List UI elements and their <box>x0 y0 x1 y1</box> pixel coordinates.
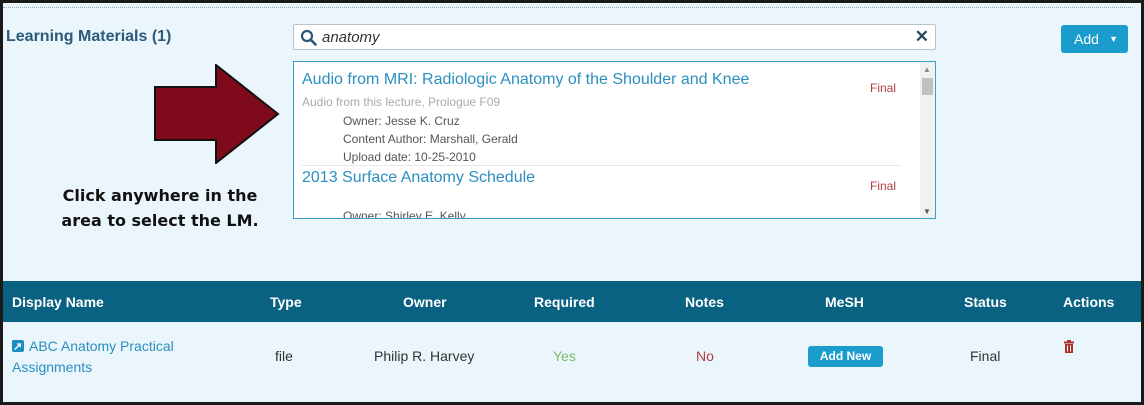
result-author: Content Author: Marshall, Gerald <box>343 132 518 146</box>
caret-down-icon: ▼ <box>1109 34 1118 44</box>
result-upload-date: Upload date: 10-25-2010 <box>343 150 476 164</box>
scrollbar-thumb[interactable] <box>922 78 933 95</box>
lm-required[interactable]: Yes <box>553 348 576 364</box>
column-header-mesh[interactable]: MeSH <box>825 294 864 310</box>
search-result-item[interactable]: 2013 Surface Anatomy Schedule Owner: Shi… <box>302 169 902 219</box>
lm-name-line: ABC Anatomy Practical <box>29 338 174 354</box>
scroll-down-icon[interactable]: ▼ <box>923 207 931 216</box>
search-result-item[interactable]: Audio from MRI: Radiologic Anatomy of th… <box>302 71 902 163</box>
add-button[interactable]: Add ▼ <box>1061 25 1128 53</box>
result-title: Audio from MRI: Radiologic Anatomy of th… <box>302 71 750 88</box>
lm-type: file <box>275 348 293 364</box>
dropdown-scrollbar[interactable]: ▲ ▼ <box>920 62 935 218</box>
lm-display-name-link[interactable]: ABC Anatomy Practical Assignments <box>12 336 174 378</box>
scroll-up-icon[interactable]: ▲ <box>923 65 931 74</box>
search-icon <box>300 29 317 46</box>
section-title: Learning Materials (1) <box>6 28 172 45</box>
result-separator <box>302 165 902 166</box>
external-link-icon <box>12 337 24 358</box>
column-header-actions: Actions <box>1063 294 1115 310</box>
search-input[interactable] <box>322 27 902 47</box>
column-header-type[interactable]: Type <box>270 294 302 310</box>
result-title: 2013 Surface Anatomy Schedule <box>302 169 536 186</box>
lm-notes[interactable]: No <box>696 348 714 364</box>
column-header-display-name[interactable]: Display Name <box>12 294 104 310</box>
result-subtitle: Audio from this lecture, Prologue F09 <box>302 95 501 109</box>
result-status: Final <box>870 179 897 193</box>
clear-icon[interactable]: ✕ <box>915 27 929 47</box>
divider <box>3 7 1133 8</box>
mesh-add-new-button[interactable]: Add New <box>808 346 883 367</box>
result-owner: Owner: Jesse K. Cruz <box>343 114 460 128</box>
column-header-status[interactable]: Status <box>964 294 1007 310</box>
trash-icon[interactable] <box>1063 340 1075 353</box>
search-box[interactable]: ✕ <box>293 24 936 50</box>
search-results-dropdown: Audio from MRI: Radiologic Anatomy of th… <box>293 61 936 219</box>
column-header-owner[interactable]: Owner <box>403 294 447 310</box>
result-owner: Owner: Shirley E. Kelly <box>343 209 466 219</box>
lm-status: Final <box>970 348 1001 364</box>
table-row: ABC Anatomy Practical Assignments file P… <box>3 322 1141 399</box>
arrow-right-icon <box>154 64 280 164</box>
column-header-required[interactable]: Required <box>534 294 595 310</box>
lm-owner: Philip R. Harvey <box>374 348 475 364</box>
result-status: Final <box>870 81 897 95</box>
add-button-label: Add <box>1074 31 1099 47</box>
callout-line: area to select the LM. <box>61 211 259 230</box>
callout-line: Click anywhere in the <box>62 186 258 205</box>
instruction-callout: Click anywhere in the area to select the… <box>60 183 260 233</box>
table-header: Display Name Type Owner Required Notes M… <box>3 281 1141 322</box>
column-header-notes[interactable]: Notes <box>685 294 724 310</box>
lm-name-line: Assignments <box>12 359 93 375</box>
